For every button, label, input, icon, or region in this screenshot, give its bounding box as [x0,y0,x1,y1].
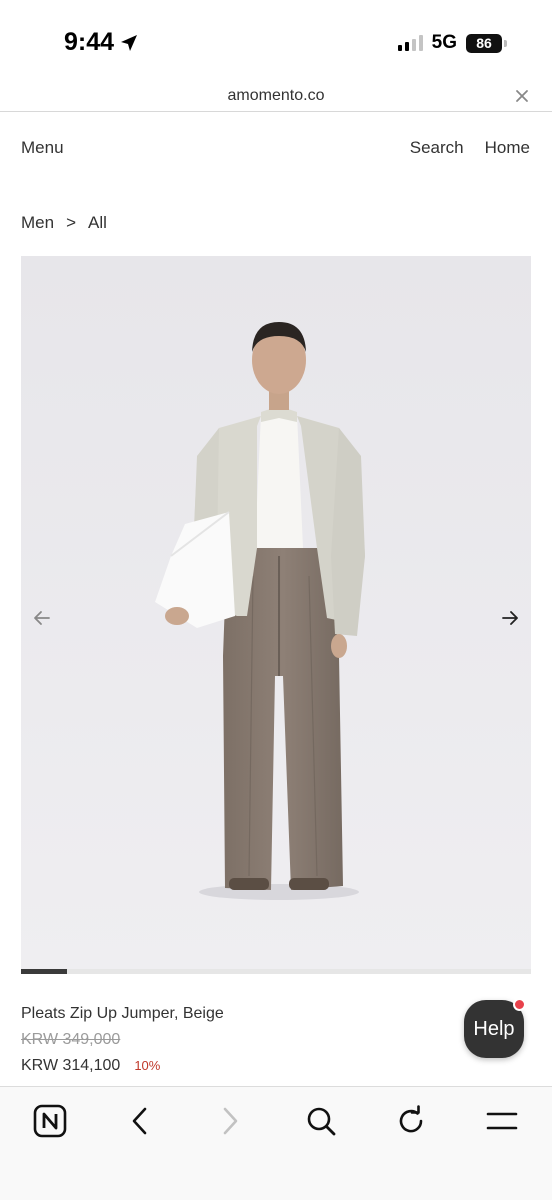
menu-icon [486,1112,518,1130]
breadcrumb: Men > All [21,213,107,233]
signal-icon [397,35,423,51]
status-time: 9:44 [64,28,138,57]
search-button[interactable] [303,1103,339,1139]
status-indicators: 5G 86 [397,32,507,54]
search-icon [307,1107,336,1136]
battery-icon: 86 [466,33,507,53]
back-button[interactable] [122,1103,158,1139]
url-bar[interactable]: amomento.co [0,84,552,112]
url-text[interactable]: amomento.co [0,87,552,105]
forward-button[interactable] [212,1103,248,1139]
close-icon[interactable] [512,86,532,106]
back-icon [132,1107,147,1135]
site-header: Menu Search Home [0,112,552,182]
discount-badge: 10% [134,1058,161,1073]
price-row: KRW 314,100 10% [21,1057,160,1075]
original-price: KRW 349,000 [21,1031,121,1048]
menu-link[interactable]: Menu [21,138,64,158]
notification-dot [513,998,526,1011]
naver-home-icon [33,1104,67,1138]
product-image-gallery[interactable] [21,256,531,970]
help-label: Help [473,1017,515,1040]
menu-button[interactable] [484,1103,520,1139]
location-arrow-icon [121,34,138,51]
header-nav: Search Home [410,138,530,158]
home-link[interactable]: Home [485,138,530,158]
gallery-next-button[interactable] [496,604,524,632]
battery-level: 86 [476,35,492,51]
naver-home-button[interactable] [32,1103,68,1139]
product-title: Pleats Zip Up Jumper, Beige [21,1005,224,1022]
time-text: 9:44 [64,28,115,56]
gallery-progress-fill [21,969,67,974]
network-type: 5G [431,32,457,53]
gallery-prev-button[interactable] [28,604,56,632]
reload-icon [399,1105,423,1133]
breadcrumb-item-men[interactable]: Men [21,213,54,233]
forward-icon [223,1107,238,1135]
search-link[interactable]: Search [410,138,464,158]
arrow-left-icon [34,611,50,625]
reload-button[interactable] [393,1103,429,1139]
arrow-right-icon [502,611,518,625]
sale-price: KRW 314,100 [21,1057,121,1074]
help-button[interactable]: Help [464,998,526,1058]
status-bar: 9:44 5G 86 [0,0,552,84]
breadcrumb-separator: > [66,213,77,232]
gallery-progress [21,969,531,974]
breadcrumb-item-all[interactable]: All [88,213,107,233]
product-photo [21,256,531,970]
browser-toolbar [0,1086,552,1200]
